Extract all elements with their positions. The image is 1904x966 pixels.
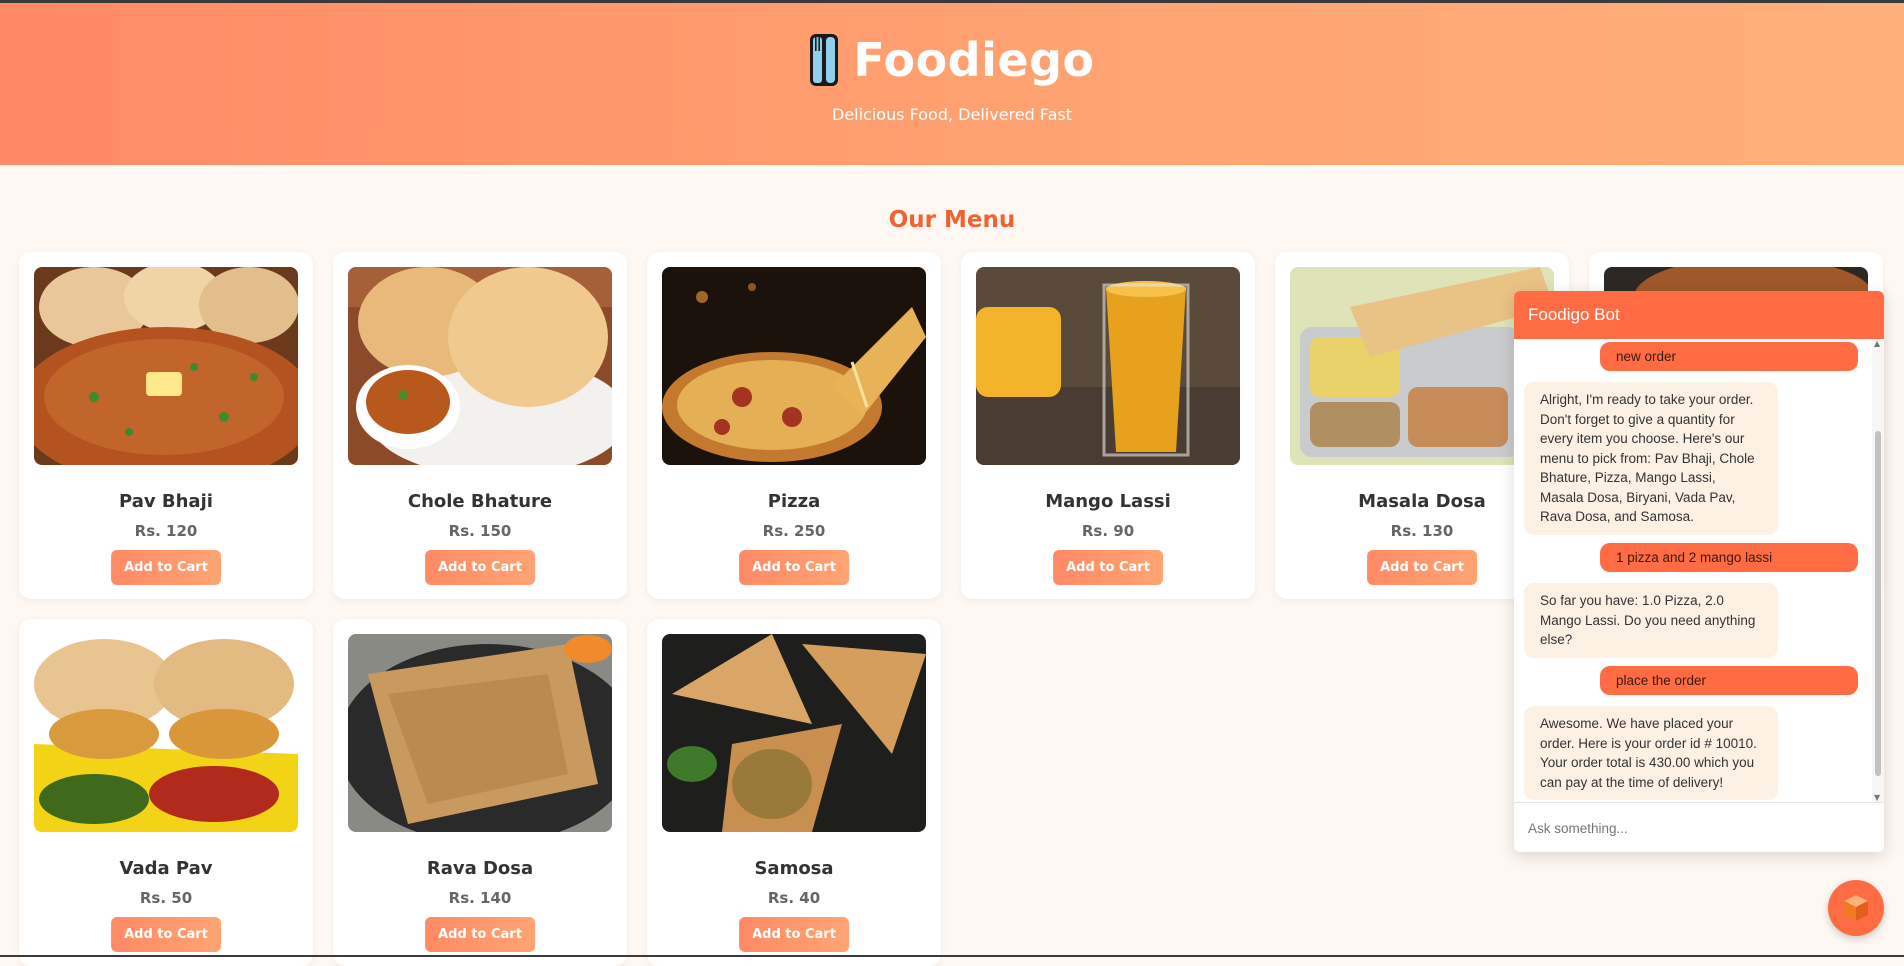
brand: Foodiego xyxy=(0,33,1904,87)
item-name: Mango Lassi xyxy=(1045,491,1171,512)
site-header: Foodiego Delicious Food, Delivered Fast xyxy=(0,3,1904,165)
food-image-pav-bhaji xyxy=(34,267,298,465)
food-image-pizza xyxy=(662,267,926,465)
add-to-cart-button[interactable]: Add to Cart xyxy=(111,917,221,952)
item-price: Rs. 90 xyxy=(1081,522,1135,540)
menu-card: Rava Dosa Rs. 140 Add to Cart xyxy=(333,619,627,966)
food-image-chole-bhature xyxy=(348,267,612,465)
fork-knife-icon xyxy=(810,34,839,86)
item-name: Pav Bhaji xyxy=(119,491,213,512)
menu-card: Samosa Rs. 40 Add to Cart xyxy=(647,619,941,966)
cube-icon xyxy=(1844,895,1868,921)
item-name: Chole Bhature xyxy=(407,491,553,512)
user-message: place the order xyxy=(1600,666,1858,695)
menu-title: Our Menu xyxy=(888,207,1016,233)
add-to-cart-button[interactable]: Add to Cart xyxy=(111,550,221,585)
menu-card: Vada Pav Rs. 50 Add to Cart xyxy=(19,619,313,966)
menu-card: Chole Bhature Rs. 150 Add to Cart xyxy=(333,252,627,599)
chat-input-bar xyxy=(1514,802,1884,852)
user-message: 1 pizza and 2 mango lassi xyxy=(1600,543,1858,572)
bot-message: Awesome. We have placed your order. Here… xyxy=(1524,706,1778,800)
food-image-vada-pav xyxy=(34,634,298,832)
item-price: Rs. 120 xyxy=(134,522,198,540)
menu-card: Pizza Rs. 250 Add to Cart xyxy=(647,252,941,599)
item-price: Rs. 40 xyxy=(767,889,821,907)
menu-card: Pav Bhaji Rs. 120 Add to Cart xyxy=(19,252,313,599)
food-image-samosa xyxy=(662,634,926,832)
chat-messages[interactable]: new order Alright, I'm ready to take you… xyxy=(1514,339,1884,802)
scroll-down-icon[interactable]: ▼ xyxy=(1874,793,1880,802)
bot-message: So far you have: 1.0 Pizza, 2.0 Mango La… xyxy=(1524,583,1778,658)
add-to-cart-button[interactable]: Add to Cart xyxy=(739,550,849,585)
chat-title: Foodigo Bot xyxy=(1514,291,1884,339)
scroll-up-icon[interactable]: ▲ xyxy=(1874,339,1880,348)
bot-message: Alright, I'm ready to take your order. D… xyxy=(1524,382,1778,535)
chat-widget: Foodigo Bot new order Alright, I'm ready… xyxy=(1514,291,1884,852)
item-price: Rs. 250 xyxy=(762,522,826,540)
item-price: Rs. 140 xyxy=(448,889,512,907)
chat-scrollbar[interactable]: ▲ ▼ xyxy=(1872,339,1884,802)
add-to-cart-button[interactable]: Add to Cart xyxy=(739,917,849,952)
item-price: Rs. 50 xyxy=(139,889,193,907)
tagline: Delicious Food, Delivered Fast xyxy=(831,105,1072,124)
item-name: Rava Dosa xyxy=(426,858,534,879)
site-title: Foodiego xyxy=(853,33,1095,87)
add-to-cart-button[interactable]: Add to Cart xyxy=(1053,550,1163,585)
item-name: Samosa xyxy=(754,858,834,879)
chat-input[interactable] xyxy=(1514,803,1860,852)
chat-toggle-button[interactable] xyxy=(1828,880,1884,936)
add-to-cart-button[interactable]: Add to Cart xyxy=(425,550,535,585)
user-message: new order xyxy=(1600,342,1858,371)
item-name: Vada Pav xyxy=(119,858,213,879)
item-price: Rs. 150 xyxy=(448,522,512,540)
item-name: Pizza xyxy=(767,491,821,512)
scrollbar-thumb[interactable] xyxy=(1875,431,1881,776)
add-to-cart-button[interactable]: Add to Cart xyxy=(425,917,535,952)
food-image-mango-lassi xyxy=(976,267,1240,465)
food-image-rava-dosa xyxy=(348,634,612,832)
menu-card: Mango Lassi Rs. 90 Add to Cart xyxy=(961,252,1255,599)
add-to-cart-button[interactable]: Add to Cart xyxy=(1367,550,1477,585)
